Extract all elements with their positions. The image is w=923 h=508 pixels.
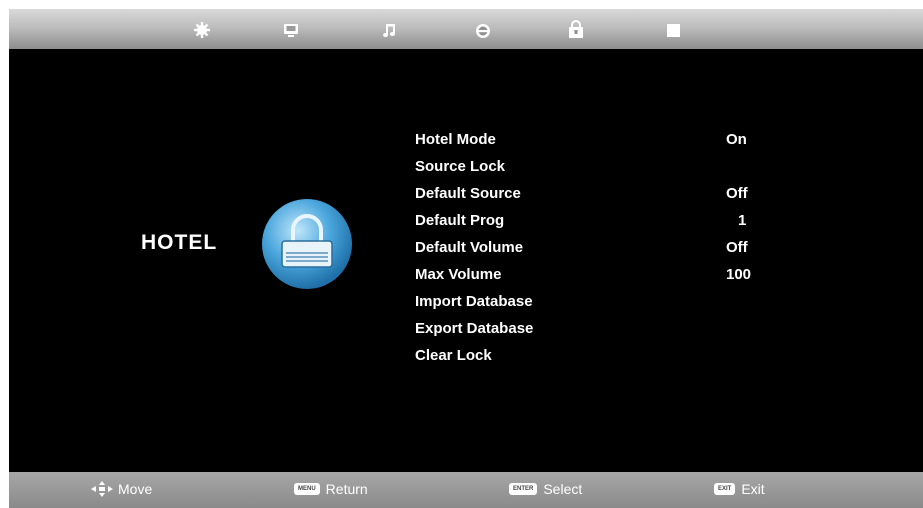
lock-bag-icon[interactable] (566, 20, 586, 40)
menu-row-hotel-mode[interactable]: Hotel Mode On (415, 128, 775, 155)
menu-label: Default Prog (415, 212, 505, 229)
menu-label: Clear Lock (415, 347, 492, 364)
menu-value: Off (726, 185, 748, 202)
menu-label: Hotel Mode (415, 131, 496, 148)
menu-value: On (726, 131, 747, 148)
menu-row-max-volume[interactable]: Max Volume 100 (415, 263, 775, 290)
hint-exit: EXIT Exit (714, 481, 765, 497)
page-title: HOTEL (141, 231, 218, 254)
menu-label: Default Volume (415, 239, 524, 256)
menu-row-source-lock[interactable]: Source Lock (415, 155, 775, 182)
square-icon[interactable] (663, 20, 683, 40)
hint-exit-label: Exit (741, 481, 765, 497)
hotel-settings-menu: Hotel Mode On Source Lock Default Source… (415, 128, 775, 371)
hint-move: Move (91, 481, 152, 497)
menu-value: 100 (726, 266, 752, 283)
menu-label: Source Lock (415, 158, 506, 175)
menu-tab-bar (9, 9, 923, 49)
picture-gear-icon[interactable] (192, 20, 212, 40)
menu-row-default-prog[interactable]: Default Prog 1 (415, 209, 775, 236)
hint-select: ENTER Select (509, 481, 582, 497)
tv-screen-icon[interactable] (281, 20, 301, 40)
menu-value: Off (726, 239, 748, 256)
tv-osd-screen: HOTEL Hotel Mode On Source Lock Default … (9, 9, 923, 508)
footer-hint-bar: Move MENU Return ENTER Select EXIT Exit (9, 472, 923, 508)
menu-row-default-source[interactable]: Default Source Off (415, 182, 775, 209)
hint-return: MENU Return (294, 481, 368, 497)
hint-select-label: Select (543, 481, 583, 497)
hint-move-label: Move (118, 481, 153, 497)
menu-row-import-database[interactable]: Import Database (415, 290, 775, 317)
menu-label: Import Database (415, 293, 533, 310)
clock-icon[interactable] (473, 20, 493, 40)
exit-key-icon: EXIT (714, 483, 736, 495)
menu-label: Default Source (415, 185, 521, 202)
menu-row-clear-lock[interactable]: Clear Lock (415, 344, 775, 371)
menu-label: Export Database (415, 320, 534, 337)
hotel-lock-icon (260, 197, 354, 291)
music-note-icon[interactable] (380, 20, 400, 40)
menu-value: 1 (738, 212, 747, 229)
menu-key-icon: MENU (294, 483, 320, 495)
enter-key-icon: ENTER (509, 483, 538, 495)
menu-label: Max Volume (415, 266, 502, 283)
hint-return-label: Return (325, 481, 368, 497)
menu-row-export-database[interactable]: Export Database (415, 317, 775, 344)
menu-row-default-volume[interactable]: Default Volume Off (415, 236, 775, 263)
dpad-icon (91, 481, 113, 497)
